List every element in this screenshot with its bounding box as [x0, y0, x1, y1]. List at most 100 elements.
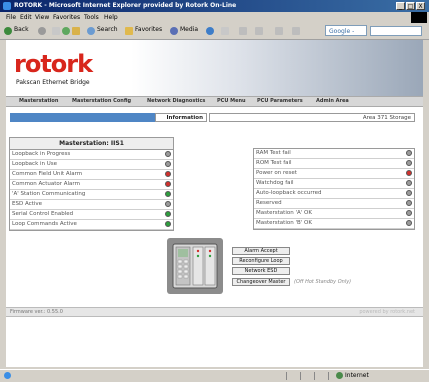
- stop-icon[interactable]: [52, 27, 60, 35]
- window-title: ROTORK - Microsoft Internet Explorer pro…: [14, 2, 237, 9]
- status-indicator-icon: [165, 161, 171, 167]
- nav-pcu-parameters[interactable]: PCU Parameters: [257, 98, 303, 104]
- masterstation-status-row: Loopback in Use: [10, 160, 173, 170]
- status-label: Common Actuator Alarm: [12, 181, 80, 187]
- status-label: Masterstation 'B' OK: [256, 220, 312, 226]
- status-bar: Internet: [0, 369, 429, 382]
- masterstation-status-panel: Masterstation: IIS1 Loopback in Progress…: [9, 137, 174, 231]
- status-indicator-icon: [165, 191, 171, 197]
- nav-admin-area[interactable]: Admin Area: [316, 98, 349, 104]
- nav-masterstation-config[interactable]: Masterstation Config: [72, 98, 131, 104]
- masterstation-status-row: Loop Commands Active: [10, 220, 173, 230]
- refresh-icon[interactable]: [62, 27, 70, 35]
- menu-view[interactable]: View: [35, 14, 49, 21]
- menu-tools[interactable]: Tools: [84, 14, 99, 21]
- diagnostics-status-row: RAM Test fail: [254, 149, 414, 159]
- location-value: Area 371 Storage: [209, 113, 415, 122]
- masterstation-status-row: Serial Control Enabled: [10, 210, 173, 220]
- menu-file[interactable]: File: [6, 14, 16, 21]
- status-label: ROM Test fail: [256, 160, 292, 166]
- back-arrow-icon[interactable]: [4, 27, 12, 35]
- browser-toolbar: Back Search Favorites Media Google -: [0, 23, 429, 40]
- status-label: Loop Commands Active: [12, 221, 77, 227]
- page-done-icon: [4, 372, 11, 379]
- diagnostics-status-row: Power on reset: [254, 169, 414, 179]
- internet-zone-icon: [336, 372, 343, 379]
- changeover-master-button[interactable]: Changeover Master: [232, 278, 290, 286]
- masterstation-status-row: 'A' Station Communicating: [10, 190, 173, 200]
- search-button[interactable]: Search: [97, 26, 118, 33]
- status-separator: [286, 372, 287, 380]
- firmware-version: Firmware ver.: 0.55.0: [10, 309, 63, 315]
- close-button[interactable]: X: [416, 2, 425, 10]
- diagnostics-status-row: Masterstation 'A' OK: [254, 209, 414, 219]
- nav-network-diagnostics[interactable]: Network Diagnostics: [147, 98, 205, 104]
- discuss-icon[interactable]: [275, 27, 283, 35]
- menu-edit[interactable]: Edit: [20, 14, 32, 21]
- status-label: Power on reset: [256, 170, 297, 176]
- history-icon[interactable]: [206, 27, 214, 35]
- ie-icon: [3, 2, 11, 10]
- device-illustration: [172, 243, 218, 289]
- status-label: Auto-loopback occurred: [256, 190, 322, 196]
- favorites-icon[interactable]: [125, 27, 133, 35]
- minimize-button[interactable]: _: [396, 2, 405, 10]
- window-title-bar: ROTORK - Microsoft Internet Explorer pro…: [0, 0, 429, 12]
- alarm-accept-button[interactable]: Alarm Accept: [232, 247, 290, 255]
- status-indicator-icon: [406, 200, 412, 206]
- edit-icon[interactable]: [255, 27, 263, 35]
- masterstation-status-row: Loopback in Progress: [10, 150, 173, 160]
- google-search-input[interactable]: [370, 26, 422, 36]
- menu-help[interactable]: Help: [104, 14, 118, 21]
- status-label: Loopback in Progress: [12, 151, 71, 157]
- status-separator: [314, 372, 315, 380]
- media-button[interactable]: Media: [180, 26, 198, 33]
- rotork-logo: rotork: [14, 50, 93, 78]
- info-bar-accent: [10, 113, 155, 122]
- info-label: Information: [155, 113, 207, 122]
- maximize-button[interactable]: □: [406, 2, 415, 10]
- info-bar: Information Area 371 Storage: [10, 113, 415, 122]
- menu-favorites[interactable]: Favorites: [53, 14, 80, 21]
- panel-title: Masterstation: IIS1: [10, 138, 173, 150]
- network-esd-button[interactable]: Network ESD: [232, 267, 290, 275]
- diagnostics-status-row: Auto-loopback occurred: [254, 189, 414, 199]
- masterstation-diagnostics-panel: RAM Test fail ROM Test fail Power on reset…: [253, 148, 415, 230]
- product-tagline: Pakscan Ethernet Bridge: [16, 79, 90, 86]
- back-button[interactable]: Back: [14, 26, 29, 33]
- status-label: Watchdog fail: [256, 180, 294, 186]
- search-icon[interactable]: [87, 27, 95, 35]
- security-zone-label: Internet: [345, 372, 369, 379]
- menu-bar: File Edit View Favorites Tools Help: [0, 12, 429, 23]
- mail-icon[interactable]: [221, 27, 229, 35]
- status-indicator-icon: [406, 160, 412, 166]
- header-banner: rotork Pakscan Ethernet Bridge: [6, 40, 423, 96]
- masterstation-status-row: Common Actuator Alarm: [10, 180, 173, 190]
- status-indicator-icon: [406, 220, 412, 226]
- forward-arrow-icon[interactable]: [38, 27, 46, 35]
- status-label: RAM Test fail: [256, 150, 291, 156]
- copyright-link[interactable]: powered by rotork.net: [359, 309, 415, 315]
- print-icon[interactable]: [239, 27, 247, 35]
- masterstation-status-row: ESD Active: [10, 200, 173, 210]
- status-label: 'A' Station Communicating: [12, 191, 86, 197]
- masterstation-status-row: Common Field Unit Alarm: [10, 170, 173, 180]
- nav-pcu-menu[interactable]: PCU Menu: [217, 98, 246, 104]
- favorites-button[interactable]: Favorites: [135, 26, 162, 33]
- main-nav: Masterstation Masterstation Config Netwo…: [6, 96, 423, 107]
- messenger-icon[interactable]: [292, 27, 300, 35]
- media-icon[interactable]: [170, 27, 178, 35]
- status-indicator-icon: [165, 211, 171, 217]
- google-toolbar-button[interactable]: Google -: [325, 25, 367, 36]
- home-icon[interactable]: [72, 27, 80, 35]
- status-label: Common Field Unit Alarm: [12, 171, 83, 177]
- status-label: Masterstation 'A' OK: [256, 210, 312, 216]
- nav-masterstation[interactable]: Masterstation: [19, 98, 58, 104]
- status-indicator-icon: [165, 201, 171, 207]
- masterstation-device-image: [167, 238, 223, 294]
- status-indicator-icon: [165, 221, 171, 227]
- status-indicator-icon: [165, 181, 171, 187]
- reconfigure-loop-button[interactable]: Reconfigure Loop: [232, 257, 290, 265]
- status-label: Reserved: [256, 200, 282, 206]
- status-indicator-icon: [406, 210, 412, 216]
